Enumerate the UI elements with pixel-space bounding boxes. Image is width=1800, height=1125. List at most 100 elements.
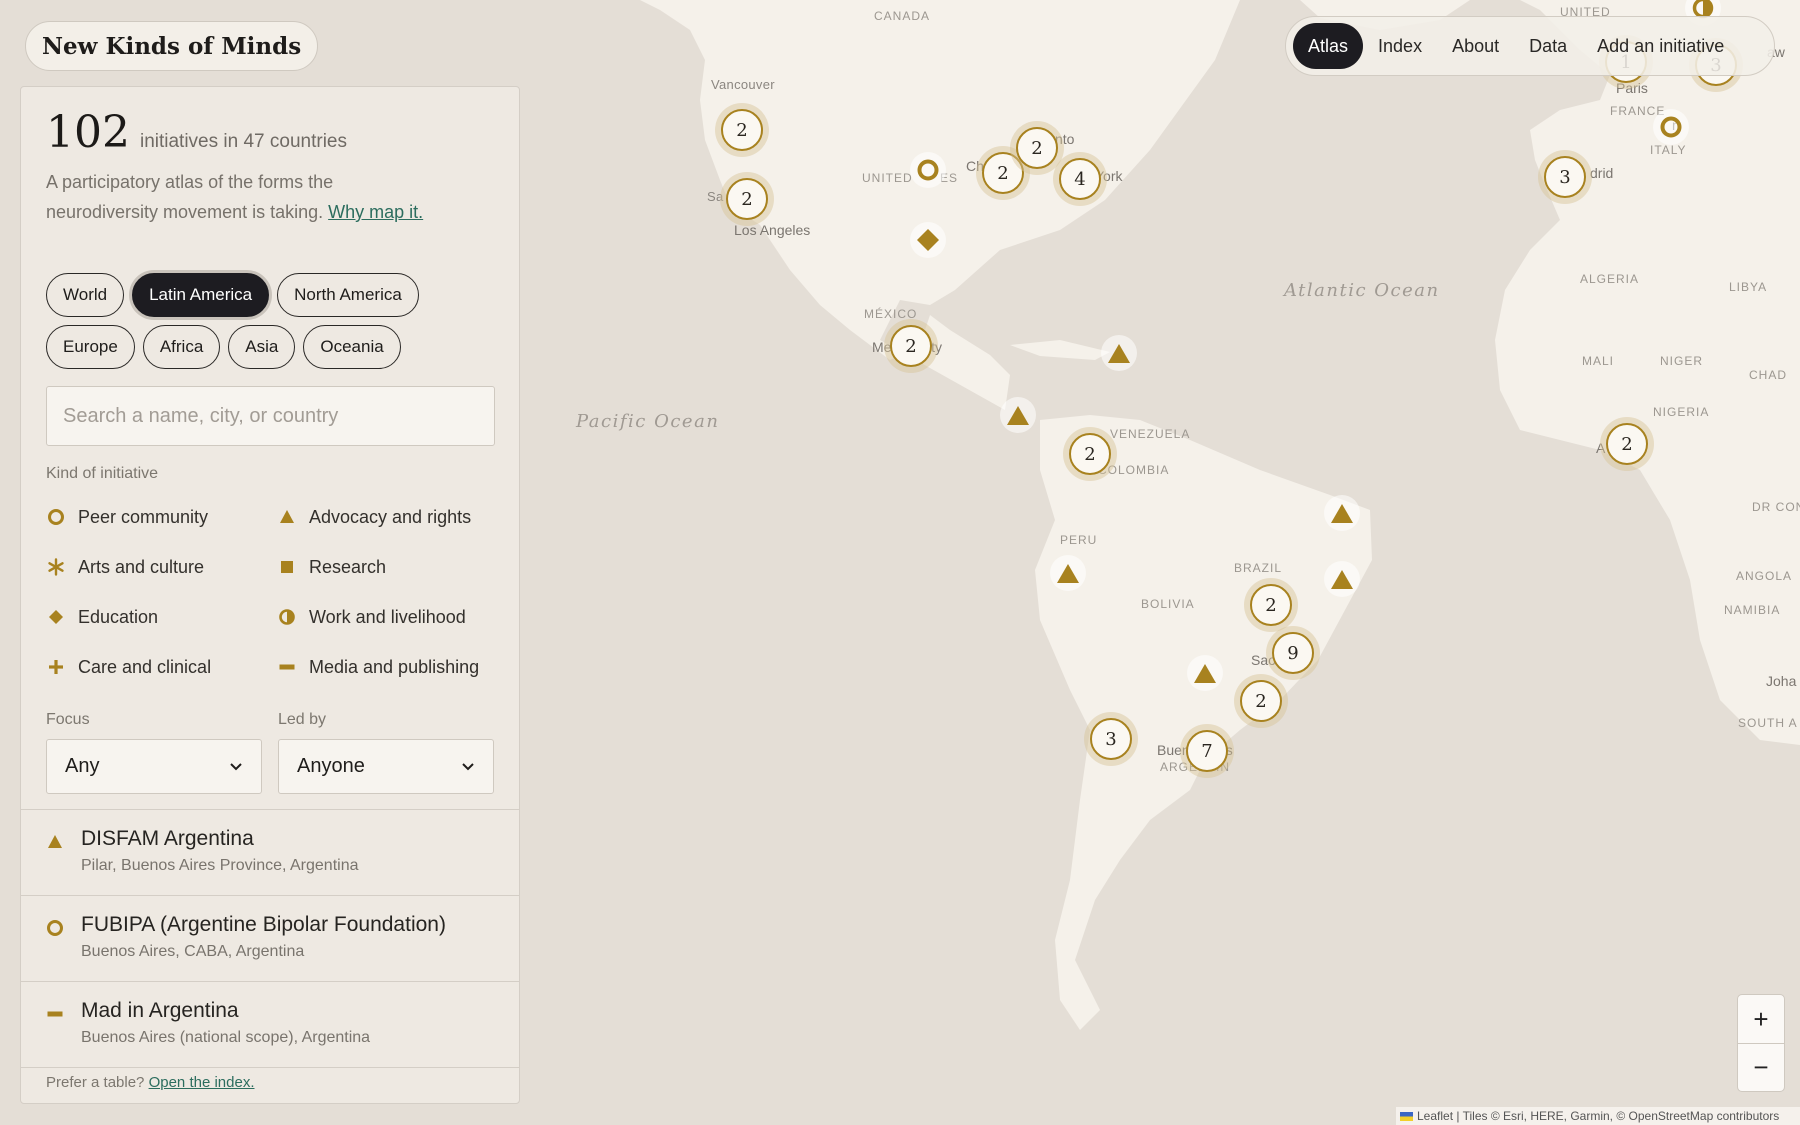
ukraine-flag-icon [1400,1111,1413,1121]
list-item[interactable]: FUBIPA (Argentine Bipolar Foundation) Bu… [21,896,519,982]
triangle-icon [1007,406,1029,425]
kind-legend: Peer community Advocacy and rights Arts … [46,492,506,692]
education-marker[interactable] [910,222,946,258]
why-map-it-link[interactable]: Why map it. [328,202,423,222]
peer-community-marker[interactable] [1653,109,1689,145]
result-name: Mad in Argentina [81,999,239,1022]
map-label-brazil: BRAZIL [1234,561,1283,575]
result-location: Pilar, Buenos Aires Province, Argentina [81,857,359,874]
kind-care-clinical[interactable]: Care and clinical [46,642,277,692]
region-chip-world[interactable]: World [46,273,125,317]
bar-icon [47,1011,63,1017]
square-icon [281,561,293,573]
map-label-south-africa: SOUTH A [1738,716,1798,730]
cluster-marker[interactable]: 2 [884,319,938,373]
cluster-marker[interactable]: 2 [715,103,769,157]
advocacy-marker[interactable] [1000,397,1036,433]
cluster-marker[interactable]: 2 [1600,417,1654,471]
cluster-marker[interactable]: 4 [1053,152,1107,206]
region-chip-asia[interactable]: Asia [228,325,296,369]
triangle-icon [1331,504,1353,523]
focus-select[interactable]: Any [46,739,262,794]
bar-icon [279,664,295,670]
kind-work-livelihood[interactable]: Work and livelihood [277,592,506,642]
map-label-canada: CANADA [874,9,931,23]
top-nav: Atlas Index About Data Add an initiative [1285,16,1775,76]
site-title[interactable]: New Kinds of Minds [25,21,319,71]
kind-peer-community[interactable]: Peer community [46,492,277,542]
region-chip-north-america[interactable]: North America [277,273,419,317]
led-by-label: Led by [278,711,327,728]
ring-icon [48,509,64,525]
zoom-control: + − [1737,994,1785,1092]
map-label-niger: NIGER [1660,354,1704,368]
kind-advocacy-rights[interactable]: Advocacy and rights [277,492,506,542]
kind-filter-title: Kind of initiative [46,465,159,482]
map-label-mali: MALI [1582,354,1615,368]
cluster-marker[interactable]: 2 [1244,578,1298,632]
advocacy-marker[interactable] [1050,555,1086,591]
summary-headline: 102 initiatives in 47 countries [46,107,347,158]
nav-index[interactable]: Index [1363,23,1437,69]
region-chip-europe[interactable]: Europe [46,325,135,369]
zoom-out-button[interactable]: − [1738,1043,1784,1091]
advocacy-marker[interactable] [1324,561,1360,597]
region-chip-latin-america[interactable]: Latin America [132,273,270,317]
list-item[interactable]: DISFAM Argentina Pilar, Buenos Aires Pro… [21,810,519,896]
chevron-down-icon [230,762,242,770]
zoom-in-button[interactable]: + [1738,995,1784,1043]
cluster-marker[interactable]: 3 [1538,150,1592,204]
nav-add-initiative[interactable]: Add an initiative [1582,23,1739,69]
map-label-dr-congo: DR CON [1752,500,1800,514]
map-label-namibia: NAMIBIA [1724,603,1781,617]
nav-about[interactable]: About [1437,23,1514,69]
cluster-marker[interactable]: 3 [1084,712,1138,766]
map-label-madrid: drid [1590,165,1614,181]
led-by-select[interactable]: Anyone [278,739,494,794]
triangle-icon [1057,564,1079,583]
open-index-link[interactable]: Open the index. [149,1074,255,1091]
table-prompt: Prefer a table? Open the index. [46,1074,255,1091]
nav-atlas[interactable]: Atlas [1293,23,1364,69]
map-label-atlantic-ocean: Atlantic Ocean [1284,280,1440,301]
kind-education[interactable]: Education [46,592,277,642]
map-attribution: Leaflet | Tiles © Esri, HERE, Garmin, © … [1396,1107,1800,1125]
map-label-venezuela: VENEZUELA [1110,427,1191,441]
cluster-marker[interactable]: 2 [720,172,774,226]
cluster-marker[interactable]: 2 [1063,427,1117,481]
list-item[interactable]: Mad in Argentina Buenos Aires (national … [21,982,519,1068]
half-circle-icon [279,609,295,625]
map-label-united-states: UNITED [862,171,913,185]
triangle-icon [280,510,294,523]
map-label-vancouver: Vancouver [711,77,775,92]
ring-icon [47,920,63,936]
kind-arts-culture[interactable]: Arts and culture [46,542,277,592]
map-label-italy: ITALY [1650,143,1687,157]
advocacy-marker[interactable] [1101,335,1137,371]
kind-research[interactable]: Research [277,542,506,592]
cluster-marker[interactable]: 9 [1266,626,1320,680]
ring-icon [1660,116,1682,138]
advocacy-marker[interactable] [1324,495,1360,531]
triangle-icon [1331,570,1353,589]
nav-data[interactable]: Data [1514,23,1582,69]
ring-icon [917,159,939,181]
results-list: DISFAM Argentina Pilar, Buenos Aires Pro… [21,809,519,1068]
plus-icon [49,660,63,674]
triangle-icon [1194,664,1216,683]
map-label-chad: CHAD [1749,368,1788,382]
map-label-nigeria: NIGERIA [1653,405,1710,419]
map-label-pacific-ocean: Pacific Ocean [576,411,720,432]
advocacy-marker[interactable] [1187,655,1223,691]
region-chip-oceania[interactable]: Oceania [303,325,401,369]
map-label-bolivia: BOLIVIA [1141,597,1195,611]
peer-community-marker[interactable] [910,152,946,188]
focus-label: Focus [46,711,90,728]
kind-media-publishing[interactable]: Media and publishing [277,642,506,692]
diamond-icon [49,610,63,624]
atlas-description: A participatory atlas of the forms the n… [46,172,424,222]
cluster-marker[interactable]: 7 [1180,724,1234,778]
cluster-marker[interactable]: 2 [1234,674,1288,728]
region-chip-africa[interactable]: Africa [142,325,221,369]
search-input[interactable] [46,386,495,446]
